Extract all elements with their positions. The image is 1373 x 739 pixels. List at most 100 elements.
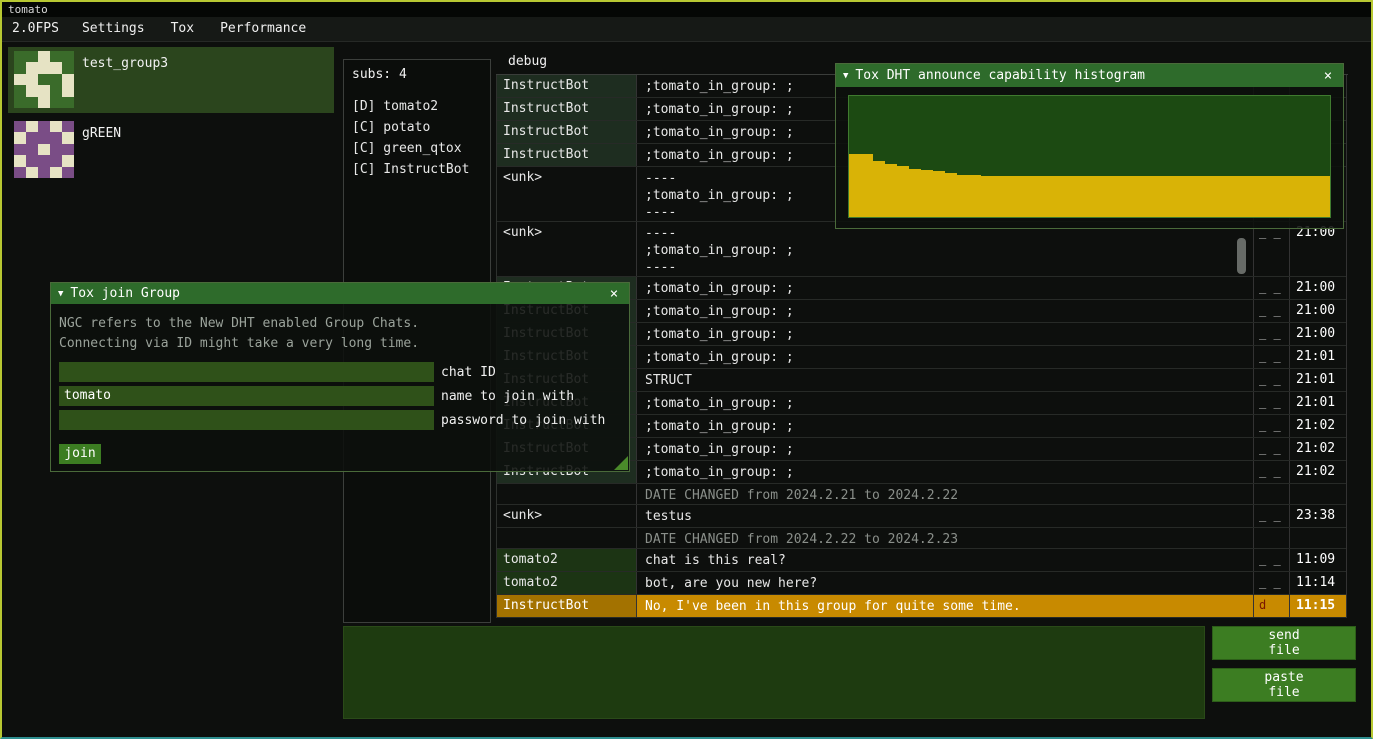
dht-histogram-titlebar[interactable]: ▼ Tox DHT announce capability histogram … <box>836 64 1343 87</box>
join-name-label: name to join with <box>441 389 574 404</box>
histogram-bar <box>1005 176 1017 217</box>
message-cell: ;tomato_in_group: ; <box>637 277 1254 299</box>
histogram-bar <box>1258 176 1270 217</box>
message-cell: chat is this real? <box>637 549 1254 571</box>
histogram-bar <box>1270 176 1282 217</box>
contact-item-test-group3[interactable]: test_group3 <box>8 47 334 113</box>
flags-cell: _ _ <box>1254 369 1290 391</box>
chat-message-row[interactable]: <unk>testus_ _23:38 <box>497 505 1346 528</box>
histogram-bar <box>1282 176 1294 217</box>
paste-file-button[interactable]: paste file <box>1212 668 1356 702</box>
join-group-window: ▼ Tox join Group × NGC refers to the New… <box>50 282 630 472</box>
message-cell: ;tomato_in_group: ; <box>637 300 1254 322</box>
collapse-icon[interactable]: ▼ <box>843 71 848 81</box>
contact-name: gREEN <box>82 126 121 141</box>
app-window: tomato 2.0FPSSettingsToxPerformance test… <box>0 0 1373 739</box>
sender-name-cell: InstructBot <box>497 121 637 143</box>
histogram-bar <box>993 176 1005 217</box>
send-file-button[interactable]: send file <box>1212 626 1356 660</box>
join-field-row: chat ID <box>59 362 621 382</box>
close-icon[interactable]: × <box>606 286 622 302</box>
sender-name-cell: InstructBot <box>497 98 637 120</box>
timestamp-cell: 21:02 <box>1290 461 1346 483</box>
fps-counter: 2.0FPS <box>2 17 69 41</box>
menu-item-performance[interactable]: Performance <box>207 17 319 41</box>
message-cell: ;tomato_in_group: ; <box>637 415 1254 437</box>
histogram-bar <box>1174 176 1186 217</box>
chat-message-row[interactable]: tomato2bot, are you new here?_ _11:14 <box>497 572 1346 595</box>
timestamp-cell: 23:38 <box>1290 505 1346 527</box>
histogram-bar <box>1017 176 1029 217</box>
chat-message-row[interactable]: <unk>---- ;tomato_in_group: ; ----_ _21:… <box>497 222 1346 277</box>
histogram-plot <box>848 95 1331 218</box>
chat-scrollbar-thumb[interactable] <box>1237 238 1246 274</box>
histogram-bar <box>957 175 969 217</box>
dht-histogram-title: Tox DHT announce capability histogram <box>855 68 1320 83</box>
histogram-bar <box>849 154 861 217</box>
chat-message-row[interactable]: InstructBotNo, I've been in this group f… <box>497 595 1346 618</box>
chat-id-input[interactable] <box>59 362 434 382</box>
flags-cell: _ _ <box>1254 277 1290 299</box>
flags-cell: _ _ <box>1254 222 1290 276</box>
chat-id-label: chat ID <box>441 365 496 380</box>
join-password-label: password to join with <box>441 413 605 428</box>
menubar: 2.0FPSSettingsToxPerformance <box>2 17 1371 42</box>
histogram-bar <box>969 175 981 217</box>
histogram-bar <box>1186 176 1198 217</box>
timestamp-cell: 21:01 <box>1290 346 1346 368</box>
date-separator-row[interactable]: DATE CHANGED from 2024.2.22 to 2024.2.23 <box>497 528 1346 549</box>
histogram-bar <box>1150 176 1162 217</box>
contact-item-green[interactable]: gREEN <box>8 117 334 183</box>
histogram-bar <box>1066 176 1078 217</box>
member-item-c-potato[interactable]: [C] potato <box>344 117 490 138</box>
join-password-input[interactable] <box>59 410 434 430</box>
close-icon[interactable]: × <box>1320 68 1336 84</box>
join-button[interactable]: join <box>59 444 101 464</box>
join-field-row: tomato name to join with <box>59 386 621 406</box>
message-cell: No, I've been in this group for quite so… <box>637 595 1254 617</box>
histogram-bar <box>909 169 921 217</box>
menu-item-tox[interactable]: Tox <box>158 17 207 41</box>
sender-name-cell: <unk> <box>497 505 637 527</box>
member-item-c-instructbot[interactable]: [C] InstructBot <box>344 159 490 180</box>
histogram-bar <box>1162 176 1174 217</box>
contact-avatar <box>14 51 74 108</box>
sender-name-cell: tomato2 <box>497 549 637 571</box>
menu-item-settings[interactable]: Settings <box>69 17 158 41</box>
chat-message-row[interactable]: tomato2chat is this real?_ _11:09 <box>497 549 1346 572</box>
tab-debug[interactable]: debug <box>496 51 559 72</box>
timestamp-cell <box>1290 484 1346 504</box>
sender-name-cell: InstructBot <box>497 595 637 617</box>
timestamp-cell: 21:01 <box>1290 369 1346 391</box>
flags-cell: _ _ <box>1254 505 1290 527</box>
timestamp-cell: 21:02 <box>1290 438 1346 460</box>
collapse-icon[interactable]: ▼ <box>58 289 63 299</box>
date-separator-row[interactable]: DATE CHANGED from 2024.2.21 to 2024.2.22 <box>497 484 1346 505</box>
histogram-bar <box>1222 176 1234 217</box>
histogram-bar <box>945 173 957 217</box>
histogram-bar <box>1054 176 1066 217</box>
join-name-input[interactable]: tomato <box>59 386 434 406</box>
flags-cell: _ _ <box>1254 572 1290 594</box>
member-item-c-green-qtox[interactable]: [C] green_qtox <box>344 138 490 159</box>
histogram-bar <box>1029 176 1041 217</box>
histogram-bar <box>885 164 897 217</box>
join-info-line2: Connecting via ID might take a very long… <box>59 334 621 354</box>
message-cell: ;tomato_in_group: ; <box>637 461 1254 483</box>
timestamp-cell: 21:00 <box>1290 300 1346 322</box>
message-input[interactable] <box>343 626 1205 719</box>
histogram-bar <box>921 170 933 217</box>
member-item-d-tomato2[interactable]: [D] tomato2 <box>344 96 490 117</box>
histogram-bar <box>897 166 909 217</box>
timestamp-cell: 11:14 <box>1290 572 1346 594</box>
flags-cell: _ _ <box>1254 300 1290 322</box>
flags-cell: _ _ <box>1254 549 1290 571</box>
join-group-titlebar[interactable]: ▼ Tox join Group × <box>51 283 629 304</box>
contact-name: test_group3 <box>82 56 168 71</box>
histogram-bar <box>861 154 873 217</box>
timestamp-cell: 21:02 <box>1290 415 1346 437</box>
histogram-bar <box>1042 176 1054 217</box>
resize-grip-icon[interactable] <box>614 456 628 470</box>
subs-count-label: subs: 4 <box>344 60 490 86</box>
join-group-info: NGC refers to the New DHT enabled Group … <box>59 314 621 354</box>
